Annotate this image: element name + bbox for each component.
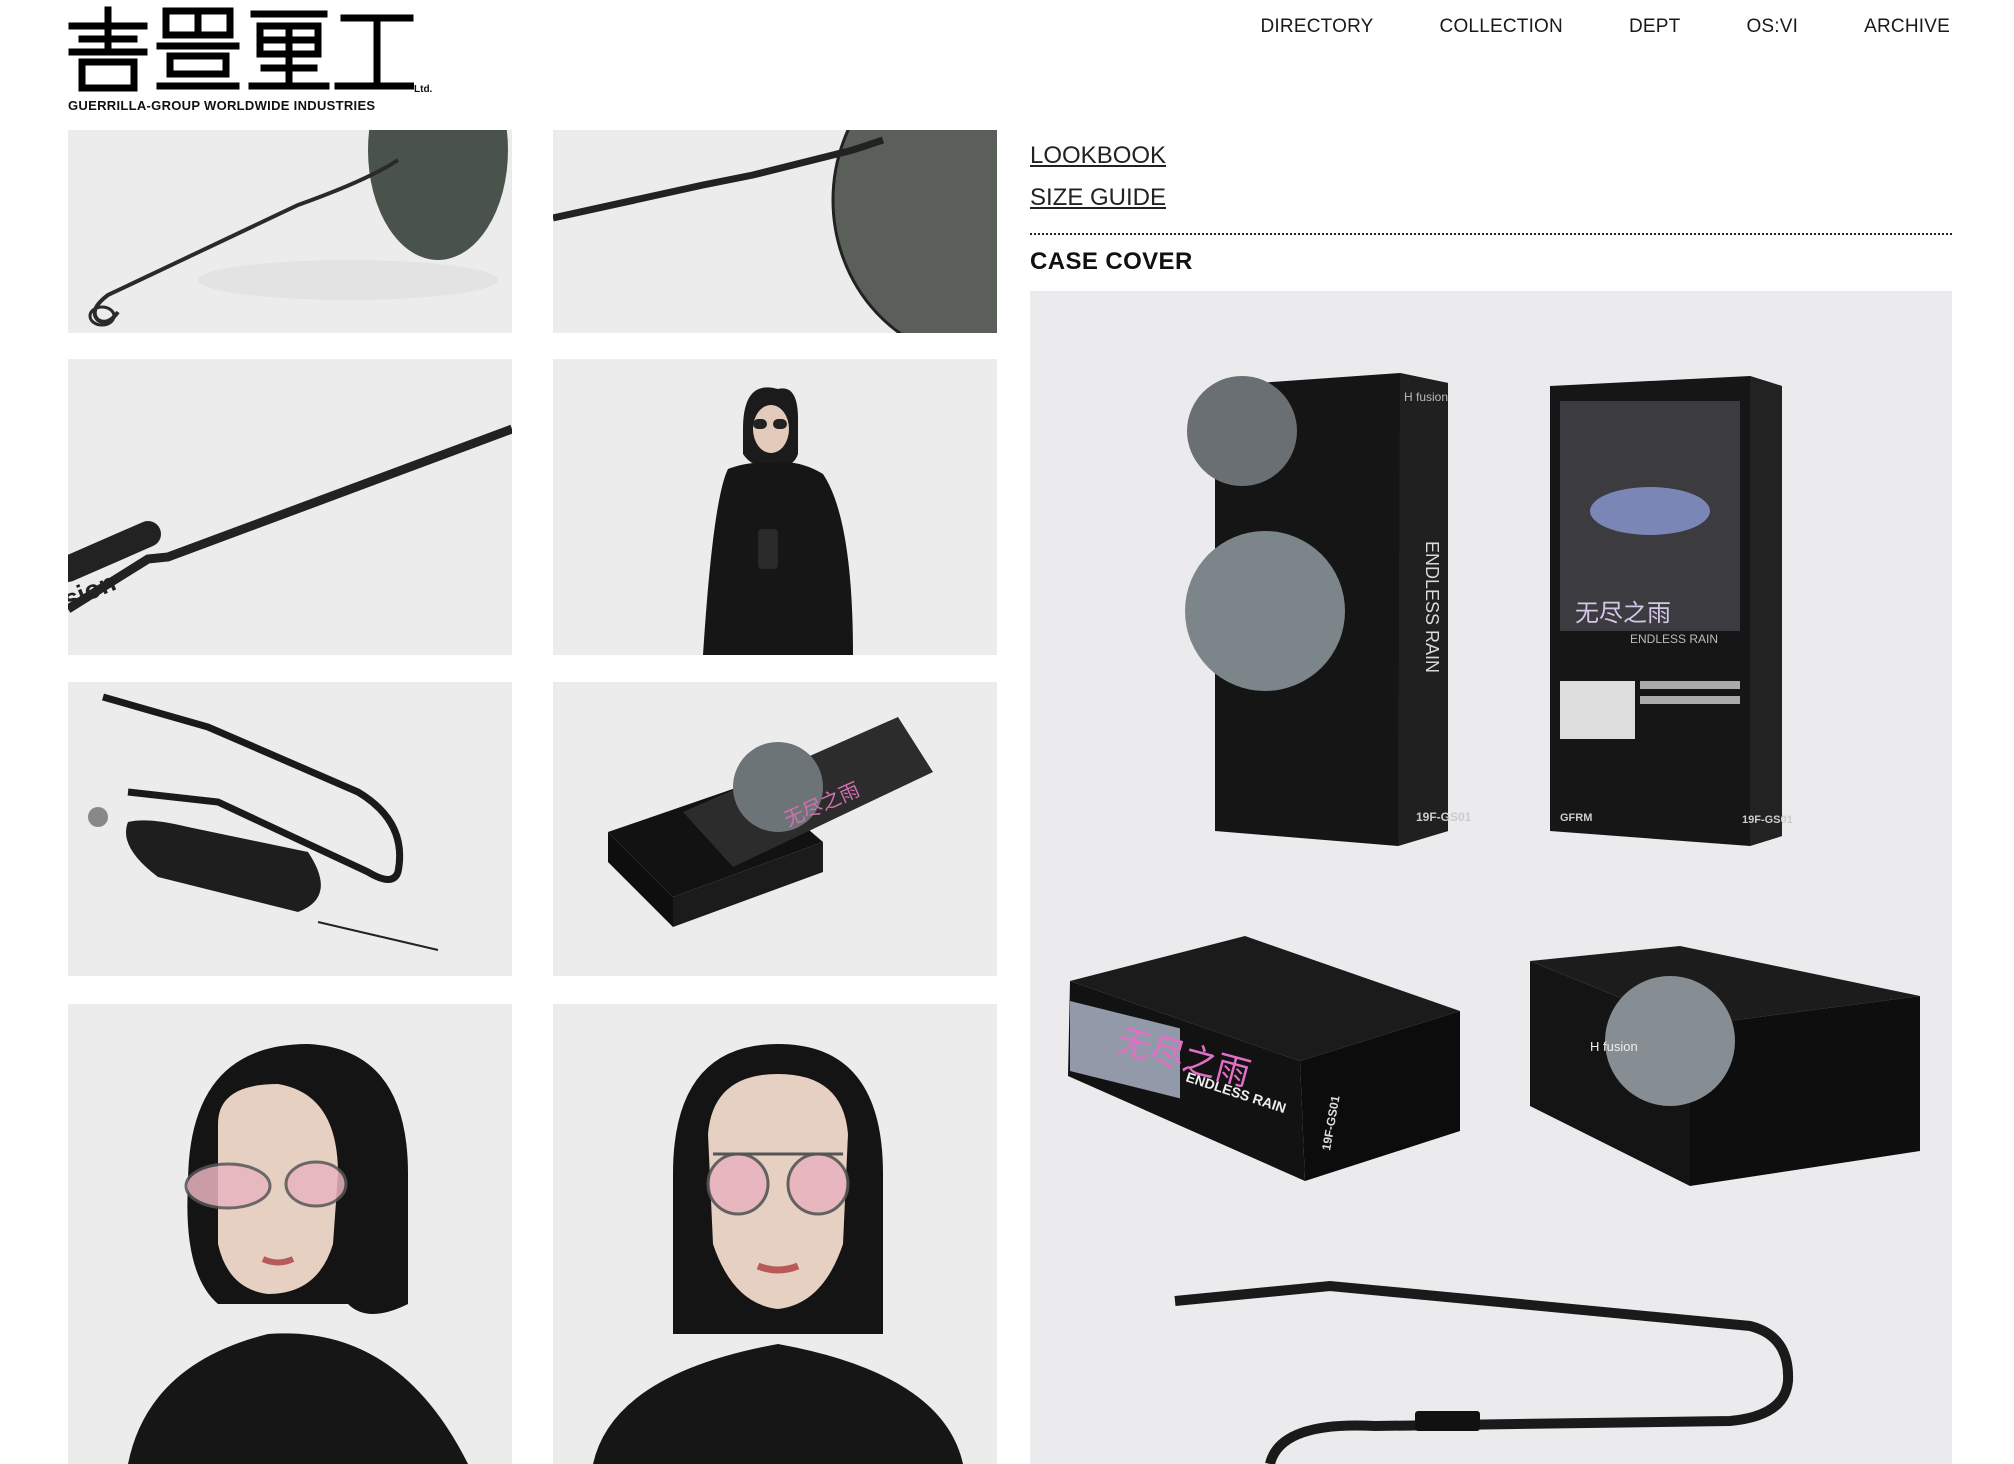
model-full-body-image bbox=[553, 359, 997, 655]
product-links: LOOKBOOK SIZE GUIDE bbox=[1030, 142, 1166, 226]
strap-pouch-image bbox=[68, 682, 512, 976]
box4-brand: H fusion bbox=[1590, 1039, 1638, 1054]
gallery-image-temple-arm-left[interactable] bbox=[68, 130, 512, 333]
gallery-image-portrait-side[interactable] bbox=[68, 1004, 512, 1464]
gallery-image-temple-detail[interactable]: sion bbox=[68, 359, 512, 655]
size-guide-link[interactable]: SIZE GUIDE bbox=[1030, 184, 1166, 212]
case-cover-title: CASE COVER bbox=[1030, 248, 1193, 275]
box-upright-back: 无尽之雨 ENDLESS RAIN GFRM 19F-GS01 bbox=[1550, 376, 1793, 846]
nav-archive[interactable]: ARCHIVE bbox=[1864, 16, 1950, 38]
logo-glyphs-icon bbox=[68, 6, 414, 92]
section-divider bbox=[1030, 233, 1952, 235]
box1-code: 19F-GS01 bbox=[1416, 810, 1472, 824]
gallery-image-model-full[interactable] bbox=[553, 359, 997, 655]
box1-brand: H fusion bbox=[1404, 390, 1448, 404]
gallery-image-strap-pouch[interactable] bbox=[68, 682, 512, 976]
nav-directory[interactable]: DIRECTORY bbox=[1261, 16, 1374, 38]
case-cover-graphic: H fusion 19F-GS01 ENDLESS RAIN 无尽之雨 ENDL… bbox=[1030, 291, 1952, 1464]
logo-subtitle: GUERRILLA-GROUP WORLDWIDE INDUSTRIES bbox=[68, 98, 376, 113]
lookbook-link[interactable]: LOOKBOOK bbox=[1030, 142, 1166, 170]
temple-detail-image: sion bbox=[68, 359, 512, 655]
box2-code: 19F-GS01 bbox=[1742, 814, 1793, 826]
sunglasses-arm-image bbox=[68, 130, 512, 333]
box2-title-cn: 无尽之雨 bbox=[1575, 600, 1671, 627]
box2-mark: GFRM bbox=[1560, 812, 1592, 824]
nav-osvi[interactable]: OS:VI bbox=[1746, 16, 1798, 38]
case-cover-image[interactable]: H fusion 19F-GS01 ENDLESS RAIN 无尽之雨 ENDL… bbox=[1030, 291, 1952, 1464]
brand-logo[interactable]: Ltd. GUERRILLA-GROUP WORLDWIDE INDUSTRIE… bbox=[68, 6, 440, 113]
nav-collection[interactable]: COLLECTION bbox=[1440, 16, 1563, 38]
portrait-front-image bbox=[553, 1004, 997, 1464]
nav-dept[interactable]: DEPT bbox=[1629, 16, 1680, 38]
portrait-side-image bbox=[68, 1004, 512, 1464]
gallery-image-portrait-front[interactable] bbox=[553, 1004, 997, 1464]
gallery-image-box-open[interactable]: 无尽之雨 bbox=[553, 682, 997, 976]
box-open-image: 无尽之雨 bbox=[553, 682, 997, 976]
gallery-image-temple-arm-right[interactable] bbox=[553, 130, 997, 333]
logo-ltd: Ltd. bbox=[414, 84, 433, 95]
main-nav: DIRECTORY COLLECTION DEPT OS:VI ARCHIVE bbox=[1261, 16, 1950, 38]
box1-title-en: ENDLESS RAIN bbox=[1422, 541, 1442, 673]
box-upright-front: H fusion 19F-GS01 ENDLESS RAIN bbox=[1185, 373, 1472, 846]
sunglasses-lens-image bbox=[553, 130, 997, 333]
box2-title-en: ENDLESS RAIN bbox=[1630, 632, 1718, 646]
